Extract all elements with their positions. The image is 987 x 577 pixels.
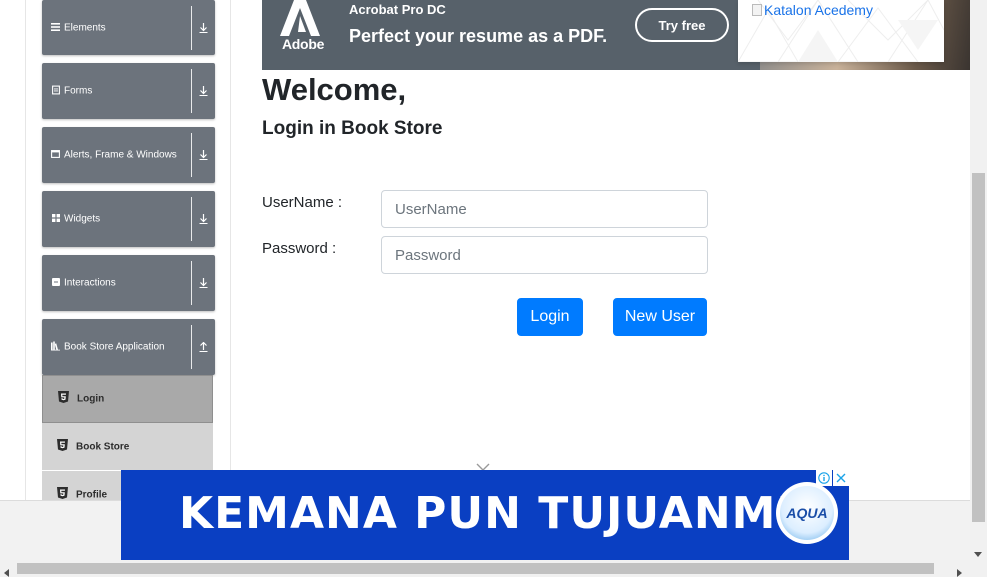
katalon-ad[interactable]: Katalon Acedemy [738,0,944,62]
katalon-link[interactable]: Katalon Acedemy [752,2,873,18]
menu-group-label: Alerts, Frame & Windows [64,149,177,161]
menu-group-label: Widgets [64,213,101,225]
ad-info-icon[interactable] [816,470,832,486]
aqua-logo-text: AQUA [780,486,834,540]
ad-product: Acrobat Pro DC [349,2,446,17]
books-icon [51,341,60,353]
try-free-button[interactable]: Try free [635,8,729,42]
menu-group-book-store-application[interactable]: Book Store Application [42,319,215,375]
username-input[interactable] [381,190,708,228]
login-button[interactable]: Login [517,298,583,336]
download-arrow-icon[interactable] [192,0,215,56]
menu-group-widgets[interactable]: Widgets [42,191,215,247]
scroll-right-icon[interactable] [957,564,963,577]
menu-group-label: Elements [64,22,106,33]
sidebar-item-book-store[interactable]: Book Store [42,423,213,471]
aqua-logo: AQUA [776,482,838,544]
grid-icon [51,214,60,224]
page-subtitle: Login in Book Store [262,118,443,139]
menu-group-label: Interactions [64,277,116,289]
menu-group-elements[interactable]: Elements [42,0,215,55]
sidebar-item-label: Book Store [76,441,130,452]
sidebar-item-login[interactable]: Login [42,375,213,423]
window-icon [51,150,60,160]
menu-group-label: Book Store Application [64,341,165,353]
scroll-left-icon[interactable] [4,564,10,577]
html5-icon [58,390,69,408]
horizontal-scroll-thumb[interactable] [17,563,934,574]
hamburger-icon [51,22,60,33]
square-icon [51,278,60,288]
menu-group-forms[interactable]: Forms [42,63,215,119]
katalon-alt-text: Katalon Acedemy [764,2,873,18]
username-label: UserName : [262,194,343,211]
sidebar-item-label: Profile [76,489,108,500]
password-input[interactable] [381,236,708,274]
password-label: Password : [262,240,337,257]
download-arrow-icon[interactable] [192,191,215,247]
download-arrow-icon[interactable] [192,63,215,119]
html5-icon [57,438,68,456]
page: Elements Forms Alerts, Frame & Windows W… [0,0,987,577]
menu-group-alerts[interactable]: Alerts, Frame & Windows [42,127,215,183]
bottom-ad-banner[interactable]: KEMANA PUN TUJUANMU AQUA [121,470,849,560]
download-arrow-icon[interactable] [192,255,215,311]
document-icon [51,85,60,97]
vertical-scrollbar[interactable] [970,0,987,560]
vertical-scroll-thumb[interactable] [972,173,985,522]
broken-image-icon [752,4,762,16]
ad-headline: Perfect your resume as a PDF. [349,26,608,46]
ad-close-icon[interactable] [833,470,849,486]
page-title: Welcome, [262,72,407,107]
ad-brand: Adobe [282,36,325,52]
sidebar-item-label: Login [77,393,105,405]
upload-arrow-icon[interactable] [192,319,215,375]
download-arrow-icon[interactable] [192,127,215,183]
horizontal-scrollbar[interactable] [0,560,987,577]
ad-slogan: KEMANA PUN TUJUANMU [179,488,814,539]
new-user-button[interactable]: New User [613,298,707,336]
menu-group-label: Forms [64,85,93,97]
menu-group-interactions[interactable]: Interactions [42,255,215,311]
